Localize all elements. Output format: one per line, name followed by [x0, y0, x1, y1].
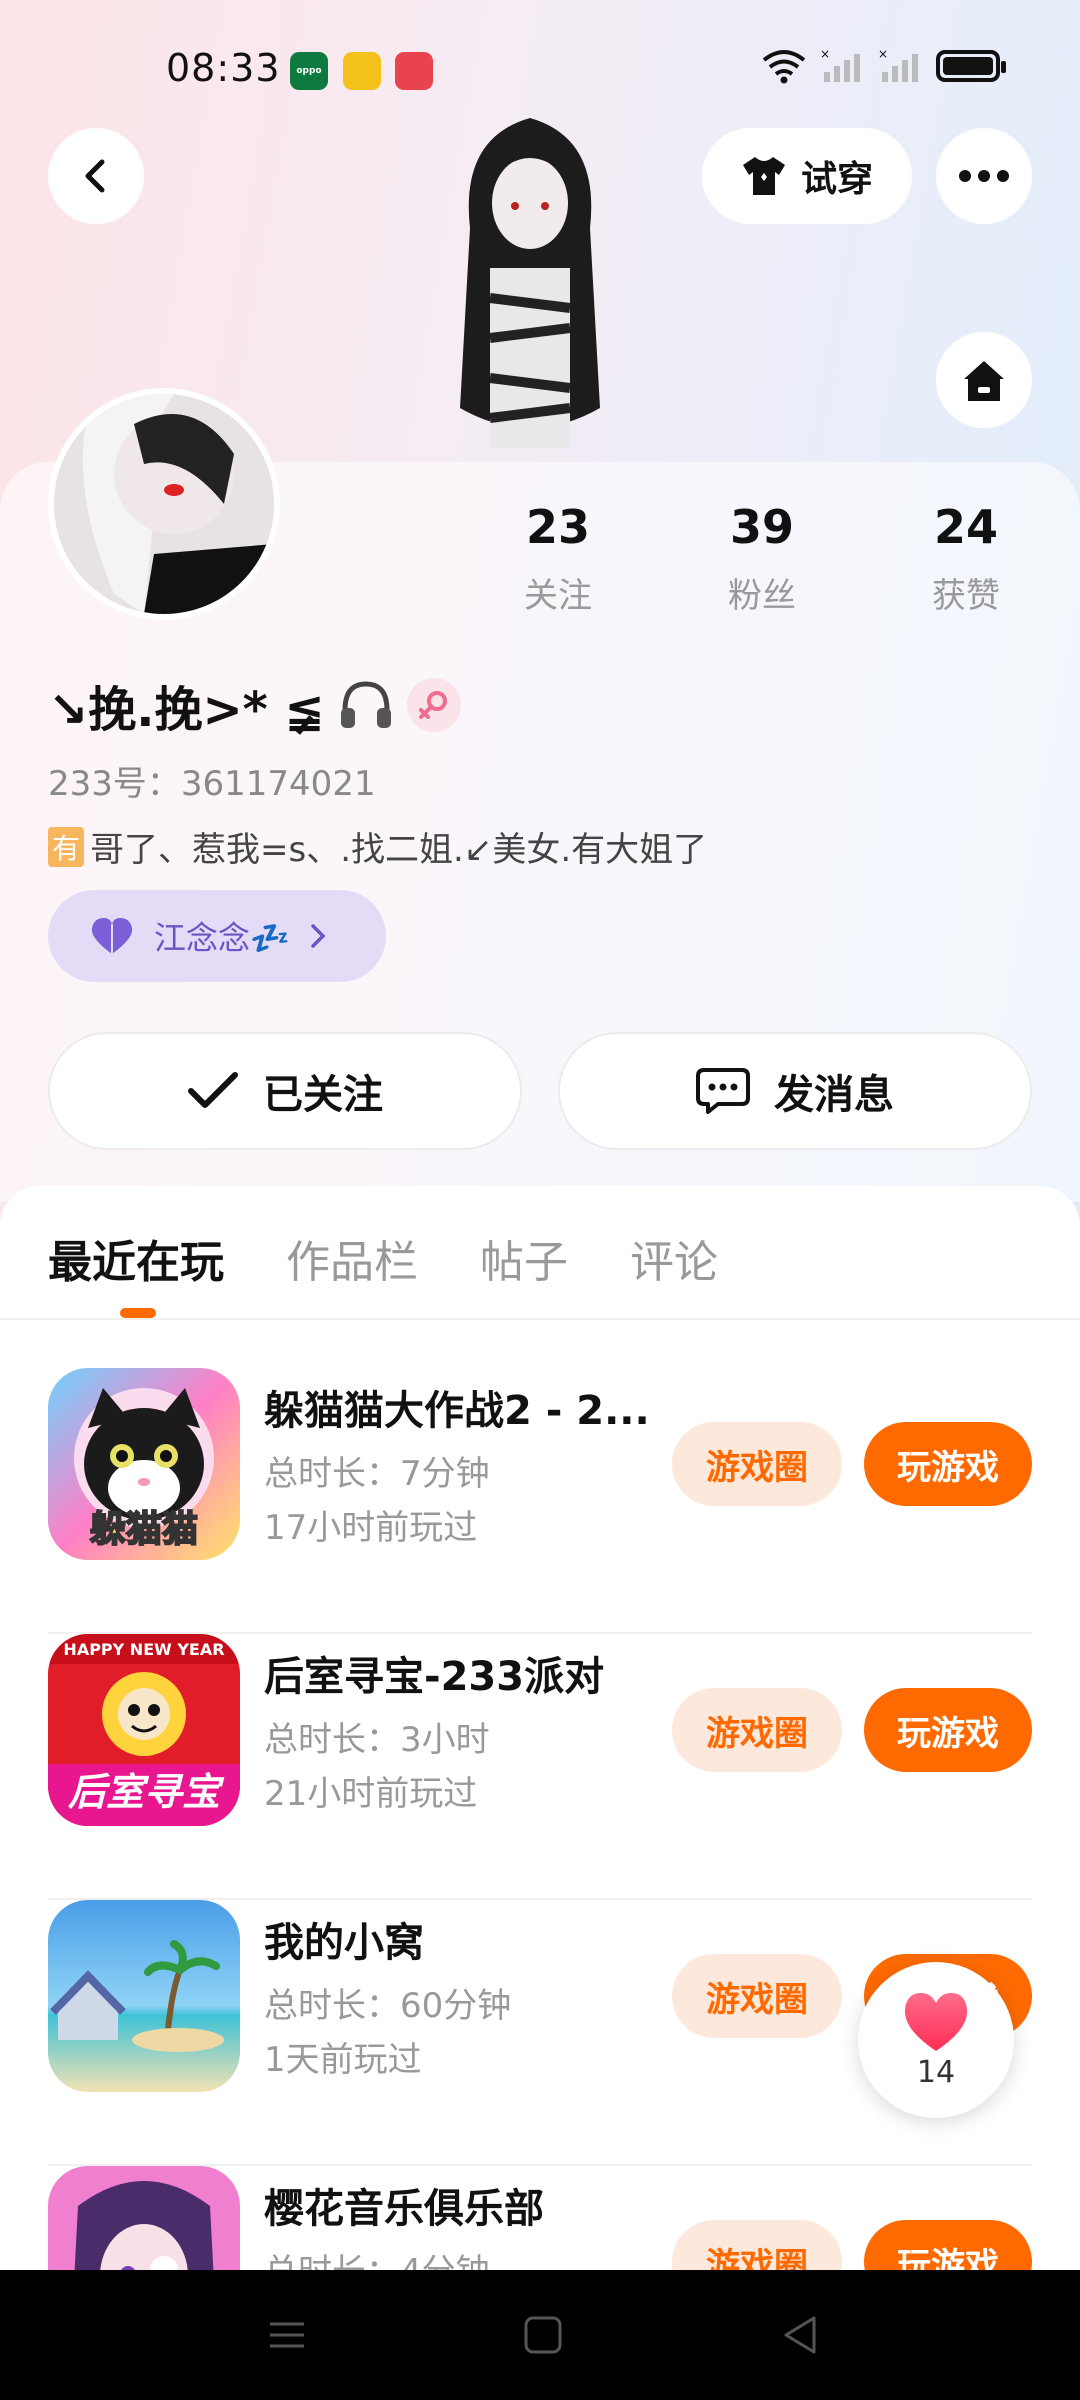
- game-icon[interactable]: HAPPY NEW YEAR 后室寻宝: [48, 1634, 240, 1826]
- chat-bubble-icon: [696, 1068, 750, 1114]
- game-title: 我的小窝: [264, 1920, 424, 1966]
- tab-posts[interactable]: 帖子: [480, 1226, 568, 1290]
- status-indicators: × ×: [762, 48, 1006, 84]
- heart-icon: [91, 918, 133, 954]
- game-last-played: 17小时前玩过: [264, 1508, 478, 1548]
- like-count: 14: [916, 2054, 956, 2090]
- following-label: 关注: [524, 576, 592, 616]
- oppo-app-icon: oppo: [290, 52, 328, 90]
- checkmark-icon: [188, 1072, 238, 1108]
- likes-stat[interactable]: 24 获赞: [886, 500, 1046, 617]
- game-circle-button[interactable]: 游戏圈: [672, 1688, 842, 1772]
- bio-tag: 有: [48, 826, 85, 867]
- followed-button[interactable]: 已关注: [48, 1032, 522, 1150]
- game-title: 躲猫猫大作战2 - 2...: [264, 1388, 650, 1434]
- followers-label: 粉丝: [728, 576, 796, 616]
- avatar-image: [54, 394, 274, 614]
- avatar-character-figure: [460, 118, 600, 448]
- nickname-text: ↘挽.挽>* ≨: [48, 682, 325, 738]
- game-row[interactable]: 躲猫猫 躲猫猫大作战2 - 2... 总时长：7分钟 17小时前玩过 游戏圈 玩…: [48, 1368, 1032, 1634]
- game-duration: 总时长：60分钟: [264, 1986, 512, 2026]
- game-title: 樱花音乐俱乐部: [264, 2186, 544, 2232]
- try-on-button[interactable]: 试穿: [702, 128, 912, 224]
- headphones-icon: [340, 681, 391, 728]
- profile-page: 08:33 oppo × × 试穿 23 关注 39 粉丝 24 获赞 ↘挽.挽…: [0, 0, 1080, 2400]
- like-float-button[interactable]: 14: [858, 1962, 1014, 2118]
- followers-count: 39: [729, 500, 794, 554]
- signal-icon-2: ×: [878, 48, 918, 82]
- game-circle-button[interactable]: 游戏圈: [672, 1954, 842, 2038]
- battery-icon: [936, 50, 1006, 82]
- heart-icon: [904, 1992, 968, 2051]
- send-message-label: 发消息: [774, 1072, 894, 1118]
- game-icon[interactable]: [48, 1900, 240, 2092]
- profile-tabs: 最近在玩 作品栏 帖子 评论: [48, 1226, 718, 1290]
- back-button[interactable]: [48, 128, 144, 224]
- tab-recently-played[interactable]: 最近在玩: [48, 1226, 224, 1290]
- svg-text:×: ×: [878, 48, 888, 61]
- game-icon-banner: HAPPY NEW YEAR: [63, 1640, 225, 1659]
- game-title: 后室寻宝-233派对: [264, 1654, 605, 1700]
- game-circle-button[interactable]: 游戏圈: [672, 1422, 842, 1506]
- bio-text: 哥了、惹我=s、.找二姐.↙美女.有大姐了: [90, 830, 708, 870]
- try-on-label: 试穿: [800, 159, 873, 200]
- female-gender-icon: [406, 678, 461, 732]
- tab-works[interactable]: 作品栏: [286, 1226, 418, 1290]
- avatar[interactable]: [48, 388, 280, 620]
- bio: 有 哥了、惹我=s、.找二姐.↙美女.有大姐了: [48, 822, 707, 871]
- home-button[interactable]: [936, 332, 1032, 428]
- game-icon-text: 躲猫猫: [89, 1508, 199, 1551]
- tabs-divider: [0, 1318, 1080, 1320]
- likes-count: 24: [933, 500, 998, 554]
- system-navigation-bar: [0, 2270, 1080, 2400]
- home-icon: [964, 361, 1004, 401]
- menu-icon[interactable]: [262, 2310, 312, 2360]
- game-last-played: 1天前玩过: [264, 2040, 422, 2080]
- game-last-played: 21小时前玩过: [264, 1774, 478, 1814]
- game-duration: 总时长：7分钟: [264, 1454, 490, 1494]
- chevron-left-icon: [85, 159, 105, 193]
- user-id[interactable]: 233号：361174021: [48, 756, 376, 805]
- followers-stat[interactable]: 39 粉丝: [682, 500, 842, 617]
- following-count: 23: [525, 500, 590, 554]
- play-game-button[interactable]: 玩游戏: [864, 1688, 1032, 1772]
- cp-relation-pill[interactable]: 江念念💤: [48, 890, 386, 982]
- more-dots-icon: [959, 170, 1009, 182]
- screen-recorder-icon: [395, 52, 433, 90]
- tshirt-icon: [742, 157, 785, 195]
- wifi-icon: [762, 50, 806, 84]
- game-icon-text: 后室寻宝: [67, 1770, 220, 1814]
- game-icon[interactable]: 躲猫猫: [48, 1368, 240, 1560]
- game-row[interactable]: HAPPY NEW YEAR 后室寻宝 后室寻宝-233派对 总时长：3小时 2…: [48, 1634, 1032, 1900]
- game-duration: 总时长：3小时: [264, 1720, 490, 1760]
- nickname: ↘挽.挽>* ≨: [48, 670, 461, 740]
- likes-label: 获赞: [932, 576, 1000, 616]
- send-message-button[interactable]: 发消息: [558, 1032, 1032, 1150]
- more-button[interactable]: [936, 128, 1032, 224]
- notes-app-icon: [343, 52, 381, 90]
- status-time: 08:33: [166, 46, 281, 90]
- back-nav-icon[interactable]: [776, 2310, 826, 2360]
- following-stat[interactable]: 23 关注: [478, 500, 638, 617]
- play-game-button[interactable]: 玩游戏: [864, 1422, 1032, 1506]
- signal-icon: ×: [820, 48, 860, 82]
- tab-comments[interactable]: 评论: [630, 1226, 718, 1290]
- svg-text:×: ×: [820, 48, 830, 61]
- tab-indicator: [120, 1308, 156, 1318]
- chevron-right-icon: [311, 924, 326, 948]
- home-nav-icon[interactable]: [518, 2310, 568, 2360]
- cp-name: 江念念💤: [154, 919, 290, 957]
- followed-label: 已关注: [263, 1072, 383, 1118]
